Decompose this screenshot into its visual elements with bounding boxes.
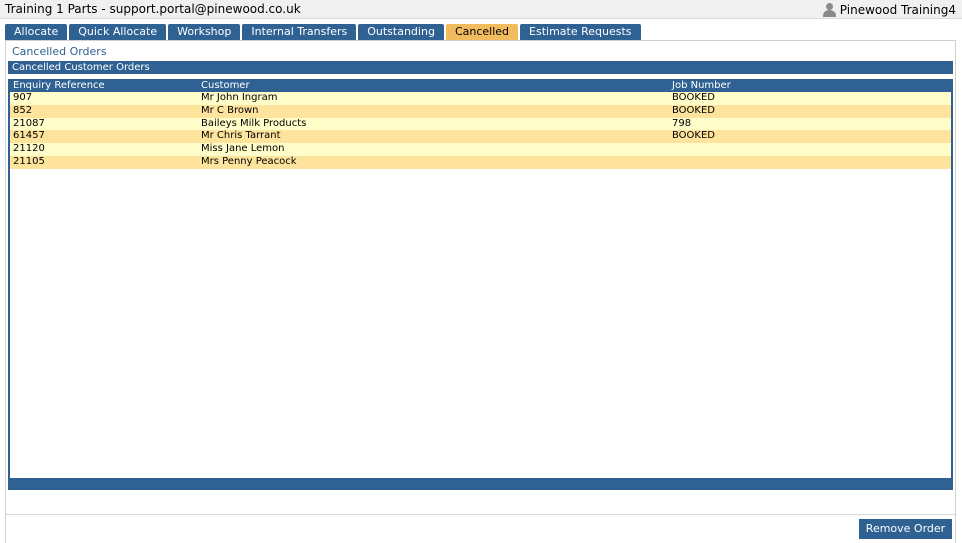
cell-job-number: BOOKED	[672, 92, 716, 103]
user-name: Pinewood Training4	[839, 2, 956, 17]
cell-customer: Mr Chris Tarrant	[201, 130, 281, 142]
title-bar: Training 1 Parts - support.portal@pinewo…	[0, 0, 962, 19]
cell-customer: Mrs Penny Peacock	[201, 155, 297, 167]
cell-enquiry-reference: 852	[13, 104, 33, 116]
cell-job-number: BOOKED	[672, 130, 716, 142]
cell-job-number: 798	[672, 117, 692, 129]
table-row[interactable]: 21087 Baileys Milk Products 798	[10, 117, 951, 131]
cell-enquiry-reference: 61457	[13, 130, 45, 142]
tab-allocate[interactable]: Allocate	[5, 24, 68, 40]
app-title: Training 1 Parts - support.portal@pinewo…	[5, 2, 301, 16]
cell-customer: Baileys Milk Products	[201, 117, 307, 129]
tab-workshop[interactable]: Workshop	[168, 24, 241, 40]
tab-bar: Allocate Quick Allocate Workshop Interna…	[5, 24, 643, 40]
grid-title: Cancelled Customer Orders	[8, 61, 953, 74]
cell-customer: Mr John Ingram	[201, 92, 278, 103]
tab-internal-transfers[interactable]: Internal Transfers	[242, 24, 357, 40]
column-header-customer[interactable]: Customer	[201, 79, 250, 92]
cell-enquiry-reference: 21105	[13, 155, 45, 167]
section-heading: Cancelled Orders	[12, 45, 107, 58]
tab-cancelled[interactable]: Cancelled	[445, 24, 519, 40]
cell-enquiry-reference: 21120	[13, 143, 45, 155]
user-area[interactable]: Pinewood Training4	[822, 1, 956, 18]
table-row[interactable]: 61457 Mr Chris Tarrant BOOKED	[10, 130, 951, 144]
table-row[interactable]: 907 Mr John Ingram BOOKED	[10, 92, 951, 105]
cancelled-panel: Cancelled Orders Cancelled Customer Orde…	[5, 40, 956, 543]
tab-quick-allocate[interactable]: Quick Allocate	[69, 24, 167, 40]
column-header-enquiry-reference[interactable]: Enquiry Reference	[13, 79, 105, 92]
remove-order-button[interactable]: Remove Order	[859, 519, 952, 539]
tab-estimate-requests[interactable]: Estimate Requests	[520, 24, 641, 40]
grid-header: Enquiry Reference Customer Job Number	[10, 79, 951, 92]
cell-enquiry-reference: 907	[13, 92, 33, 103]
table-row[interactable]: 21105 Mrs Penny Peacock	[10, 155, 951, 169]
table-row[interactable]: 21120 Miss Jane Lemon	[10, 143, 951, 156]
orders-grid: Enquiry Reference Customer Job Number 90…	[8, 79, 953, 490]
cell-enquiry-reference: 21087	[13, 117, 45, 129]
table-row[interactable]: 852 Mr C Brown BOOKED	[10, 104, 951, 118]
cell-customer: Mr C Brown	[201, 104, 259, 116]
tab-outstanding[interactable]: Outstanding	[358, 24, 444, 40]
cell-job-number: BOOKED	[672, 104, 716, 116]
user-icon	[822, 2, 836, 17]
grid-footer	[8, 478, 953, 490]
column-header-job-number[interactable]: Job Number	[672, 79, 731, 92]
divider	[6, 514, 955, 515]
cell-customer: Miss Jane Lemon	[201, 143, 285, 155]
